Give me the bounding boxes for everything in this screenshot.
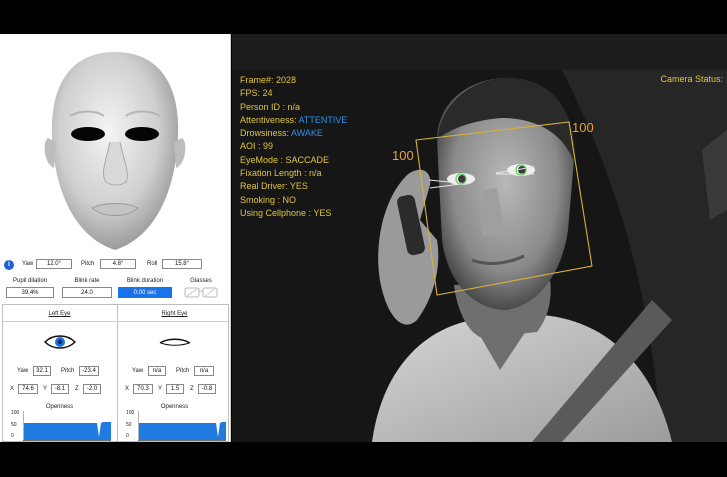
right-eye-x-value: 70.3: [133, 384, 153, 394]
head-yaw-label: Yaw: [22, 261, 34, 267]
glasses-icon: [184, 287, 218, 298]
left-eye-openness-chart: [23, 411, 111, 441]
left-eye-yaw-value: 32.1: [33, 366, 51, 376]
right-eye-openness-chart: [138, 411, 226, 441]
drowsiness-line: Drowsiness: AWAKE: [240, 127, 347, 140]
drowsiness-label: Drowsiness:: [240, 128, 290, 139]
blink-rate-label: Blink rate: [74, 278, 100, 284]
openness-axis-mid: 50: [11, 422, 17, 428]
eye-closed-icon: [159, 338, 191, 346]
camera-header-band: [232, 34, 727, 70]
face-box-left-label: 100: [392, 148, 414, 163]
left-panel: i Yaw 12.0° Pitch 4.8° Roll 15.8° Pupil …: [0, 34, 231, 442]
attentiveness-label: Attentiveness:: [240, 114, 297, 125]
frame-value: 2028: [276, 75, 297, 85]
frame-line: Frame#: 2028: [240, 74, 347, 87]
eyes-panel: Left Eye Yaw 32.1 Pitch -23.4 X 74.6 Y -…: [2, 304, 230, 442]
fps-value: 24: [262, 88, 273, 99]
head-3d-view: [0, 34, 230, 256]
aoi: AOI : 99: [240, 141, 274, 152]
smoking: Smoking : NO: [240, 194, 297, 205]
right-eye-yaw-value: n/a: [148, 366, 166, 376]
camera-view: Frame#: 2028 FPS: 24 Person ID : n/a Att…: [232, 34, 727, 442]
camera-info-overlay: Frame#: 2028 FPS: 24 Person ID : n/a Att…: [240, 74, 347, 220]
right-eye-yaw-label: Yaw: [132, 368, 144, 374]
face-box-right-label: 100: [572, 120, 594, 135]
left-eye-yaw-label: Yaw: [17, 368, 29, 374]
right-eye-position: X 70.3 Y 1.5 Z -0.8: [118, 383, 230, 395]
drowsiness-value: AWAKE: [291, 128, 323, 139]
right-eye-z-value: -0.8: [198, 384, 216, 394]
right-eye-z-label: Z: [190, 386, 194, 392]
left-eye-title: Left Eye: [48, 311, 71, 317]
frame-label: Frame#:: [240, 75, 274, 85]
left-eye-y-value: -8.1: [51, 384, 69, 394]
left-eye-angles: Yaw 32.1 Pitch -23.4: [3, 365, 116, 377]
head-roll-label: Roll: [147, 261, 158, 267]
left-eye-section: Left Eye Yaw 32.1 Pitch -23.4 X 74.6 Y -…: [3, 305, 116, 442]
right-eye-y-label: Y: [158, 386, 163, 392]
left-eye-x-value: 74.6: [18, 384, 38, 394]
divider: [3, 321, 116, 322]
right-eye-y-value: 1.5: [166, 384, 184, 394]
right-eye-pitch-label: Pitch: [176, 368, 190, 374]
left-eye-openness-title: Openness: [45, 404, 74, 410]
openness-axis-top: 100: [11, 410, 20, 416]
metrics-row: Pupil dilation 39.4% Blink rate 24.0 Bli…: [0, 278, 230, 300]
head-pitch-label: Pitch: [81, 261, 95, 267]
head-yaw-value: 12.0°: [36, 259, 72, 269]
blink-duration-label: Blink duration: [126, 278, 164, 284]
left-eye-z-value: -2.0: [83, 384, 101, 394]
openness-axis-bottom: 0: [126, 433, 129, 439]
openness-axis-bottom: 0: [11, 433, 14, 439]
pupil-dilation-value: 39.4%: [6, 287, 54, 298]
attentiveness-value: ATTENTIVE: [298, 114, 348, 125]
left-eye-pitch-label: Pitch: [61, 368, 75, 374]
openness-axis-mid: 50: [126, 422, 132, 428]
using-cellphone: Using Cellphone : YES: [240, 207, 332, 218]
eye-mode: EyeMode : SACCADE: [240, 154, 330, 165]
left-eye-position: X 74.6 Y -8.1 Z -2.0: [3, 383, 116, 395]
right-eye-x-label: X: [125, 386, 130, 392]
head-pitch-value: 4.8°: [100, 259, 136, 269]
right-eye-section: Right Eye Yaw n/a Pitch n/a X 70.3 Y 1.5…: [117, 305, 230, 442]
bottom-letterbox: [0, 442, 727, 477]
fps-line: FPS: 24: [240, 87, 347, 100]
blink-duration-value: 0.00 sec: [118, 287, 172, 298]
right-eye-openness-title: Openness: [160, 404, 189, 410]
left-eye-x-label: X: [10, 386, 15, 392]
camera-status: Camera Status:: [660, 74, 723, 84]
openness-axis-top: 100: [126, 410, 135, 416]
fixation-length: Fixation Length : n/a: [240, 168, 322, 179]
top-letterbox: [0, 0, 727, 34]
fps-label: FPS:: [240, 88, 261, 99]
attentiveness-line: Attentiveness: ATTENTIVE: [240, 114, 347, 127]
head-pose-row: i Yaw 12.0° Pitch 4.8° Roll 15.8°: [0, 258, 230, 274]
head-roll-value: 15.8°: [162, 259, 202, 269]
left-eye-z-label: Z: [75, 386, 79, 392]
glasses-label: Glasses: [190, 278, 212, 284]
eye-open-icon: [44, 335, 76, 349]
person-id: Person ID : n/a: [240, 101, 301, 112]
pupil-dilation-label: Pupil dilation: [12, 278, 48, 284]
left-eye-y-label: Y: [43, 386, 48, 392]
info-icon[interactable]: i: [4, 260, 14, 270]
head-model-icon: [44, 52, 186, 250]
divider: [118, 321, 230, 322]
right-eye-title: Right Eye: [161, 311, 188, 317]
blink-rate-value: 24.0: [62, 287, 112, 298]
real-driver: Real Driver: YES: [240, 181, 308, 192]
left-eye-pitch-value: -23.4: [79, 366, 99, 376]
right-eye-angles: Yaw n/a Pitch n/a: [118, 365, 230, 377]
right-eye-pitch-value: n/a: [194, 366, 214, 376]
